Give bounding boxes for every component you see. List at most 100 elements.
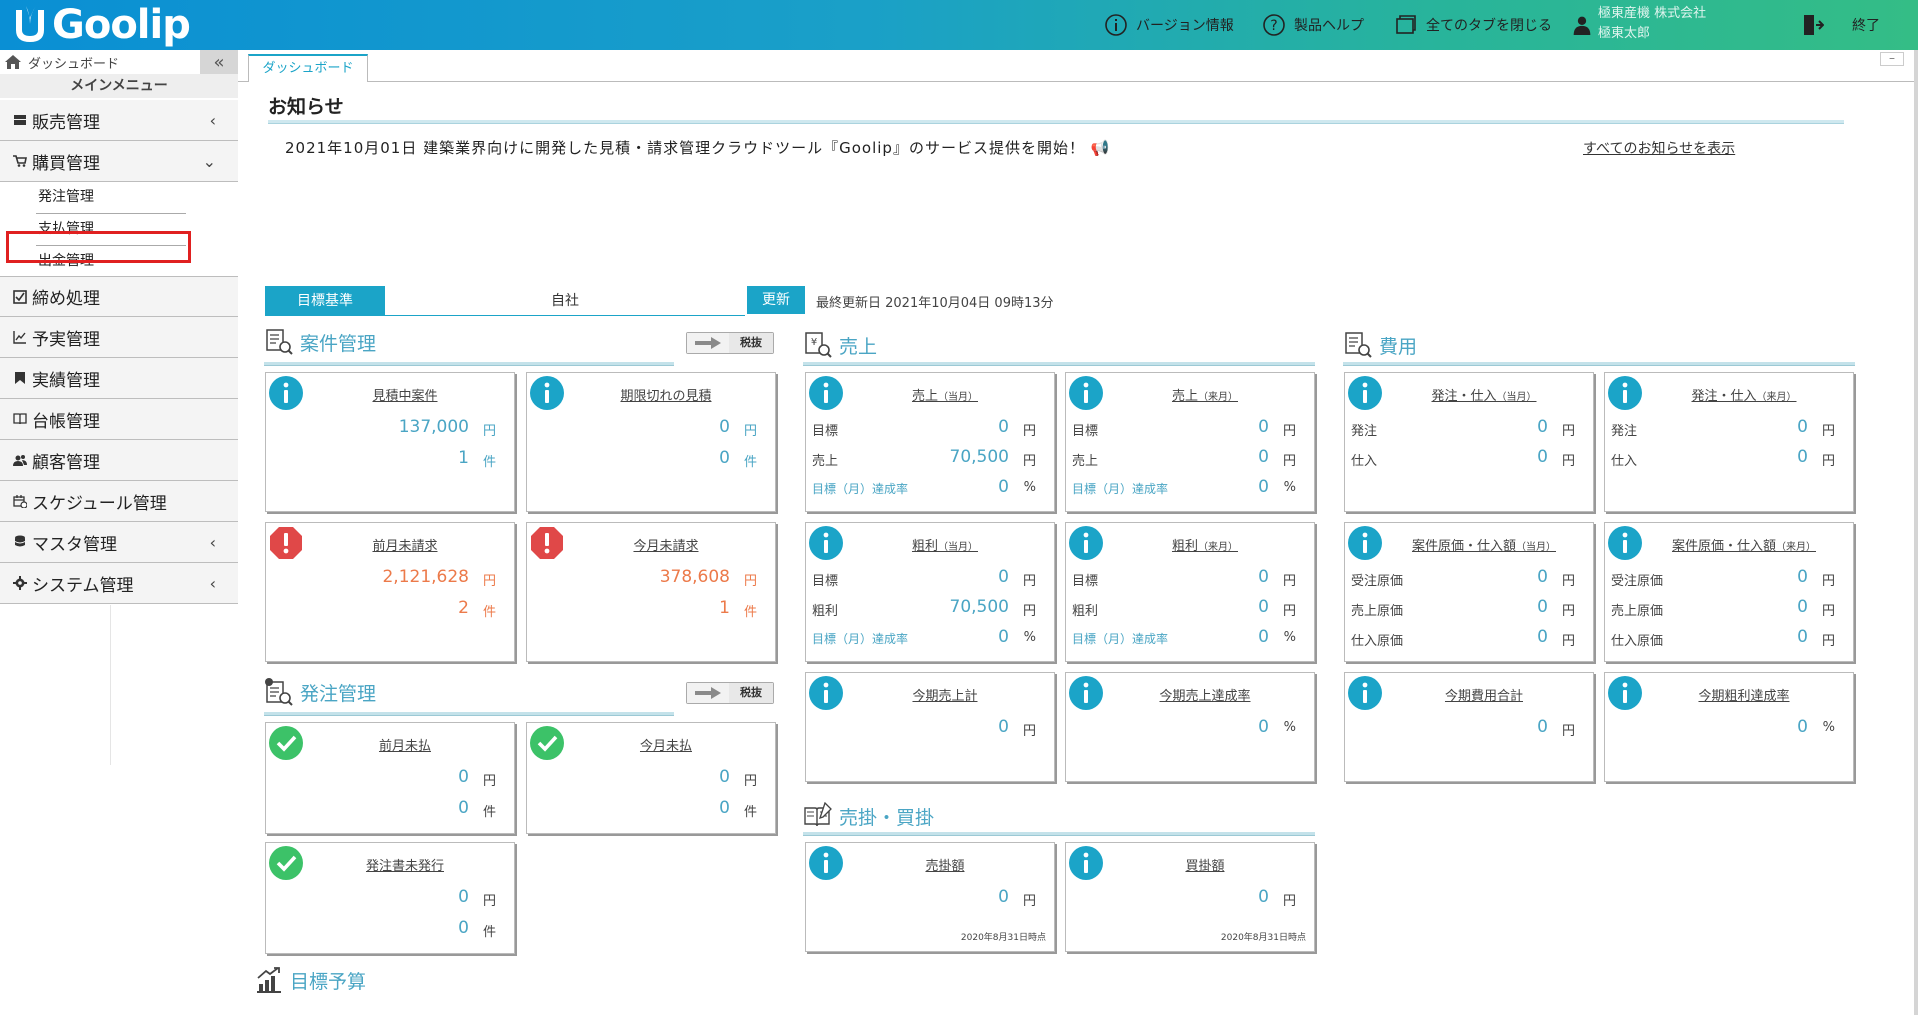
sidebar-item-sales[interactable]: 販売管理 ‹ xyxy=(0,100,238,141)
count-unit: 件 xyxy=(743,455,757,470)
card-title[interactable]: 見積中案件 xyxy=(306,385,504,404)
document-clock-icon xyxy=(265,678,293,706)
actual-row: 売上 70,500 円 xyxy=(806,447,1054,469)
yen-unit: 円 xyxy=(482,574,496,589)
yen-unit: 円 xyxy=(743,574,757,589)
amount-row: 0 円 xyxy=(527,417,775,439)
count-row: 0 件 xyxy=(527,798,775,820)
section-title-label: 発注管理 xyxy=(300,682,377,705)
card-title[interactable]: 前月未請求 xyxy=(306,535,504,554)
svg-text:¥: ¥ xyxy=(811,337,817,348)
card-title[interactable]: 案件原価・仕入額（来月） xyxy=(1645,535,1843,554)
sidebar-item-customer[interactable]: 顧客管理 xyxy=(0,440,238,481)
close-all-tabs-label: 全てのタブを閉じる xyxy=(1426,18,1552,34)
row-value: 70,500 xyxy=(949,447,1009,467)
sidebar-item-label: マスタ管理 xyxy=(32,534,117,555)
check-circle-icon xyxy=(530,726,564,760)
as-of-date: 2020年8月31日時点 xyxy=(1220,933,1306,943)
info-icon xyxy=(1348,526,1382,560)
row-label: 仕入原価 xyxy=(1611,634,1664,649)
product-help-link[interactable]: ? 製品ヘルプ xyxy=(1262,0,1364,50)
tab-dashboard[interactable]: ダッシュボード xyxy=(248,54,368,82)
refresh-button[interactable]: 更新 xyxy=(747,286,805,314)
amount-row: 0 円 xyxy=(266,887,514,909)
sidebar-subitem-order[interactable]: 発注管理 xyxy=(0,182,238,213)
sidebar-item-results[interactable]: 実績管理 xyxy=(0,358,238,399)
card-title-text: 売上 xyxy=(1171,389,1198,404)
divider xyxy=(803,362,1315,366)
row-value: 0 xyxy=(998,887,1009,907)
app-logo[interactable]: Goolip xyxy=(10,2,191,48)
info-icon xyxy=(1069,846,1103,880)
sales-cost-row: 売上原価 0 円 xyxy=(1345,597,1593,619)
exit-button[interactable]: 終了 xyxy=(1800,0,1880,50)
sidebar-item-master[interactable]: マスタ管理 ‹ xyxy=(0,522,238,563)
card-title[interactable]: 今期売上達成率 xyxy=(1106,685,1304,704)
sidebar-item-system[interactable]: システム管理 ‹ xyxy=(0,563,238,604)
rate-row: 目標（月）達成率 0 % xyxy=(806,477,1054,499)
card-term-gross-rate: 今期粗利達成率 0 % xyxy=(1604,672,1854,782)
tax-toggle-order[interactable]: 税抜 xyxy=(686,682,774,704)
card-title[interactable]: 売上（当月） xyxy=(846,385,1044,404)
sidebar-item-ledger[interactable]: 台帳管理 xyxy=(0,399,238,440)
warning-icon xyxy=(531,527,563,559)
card-title[interactable]: 期限切れの見積 xyxy=(567,385,765,404)
sales-cost-row: 売上原価 0 円 xyxy=(1605,597,1853,619)
row-label: 売上 xyxy=(812,454,839,469)
tax-toggle-label: 税抜 xyxy=(729,683,773,703)
card-title[interactable]: 売掛額 xyxy=(846,855,1044,874)
card-title[interactable]: 今期費用合計 xyxy=(1385,685,1583,704)
card-title[interactable]: 今月未払 xyxy=(567,735,765,754)
sidebar-item-budget[interactable]: 予実管理 xyxy=(0,317,238,358)
amount-value: 137,000 xyxy=(398,417,469,437)
row-label: 目標 xyxy=(1072,574,1099,589)
row-label: 粗利 xyxy=(812,604,839,619)
card-title-text: 売上 xyxy=(911,389,938,404)
arrow-right-icon xyxy=(687,333,729,353)
card-title[interactable]: 粗利（来月） xyxy=(1106,535,1304,554)
purchase-cost-row: 仕入原価 0 円 xyxy=(1605,627,1853,649)
purchase-row: 仕入 0 円 xyxy=(1345,447,1593,469)
help-circle-icon: ? xyxy=(1263,14,1285,36)
card-title[interactable]: 買掛額 xyxy=(1106,855,1304,874)
sidebar-item-purchase[interactable]: 購買管理 ⌄ xyxy=(0,141,238,182)
sidebar-collapse-button[interactable]: « xyxy=(200,50,238,74)
yen-unit: 円 xyxy=(482,774,496,789)
card-title[interactable]: 今期売上計 xyxy=(846,685,1044,704)
card-title[interactable]: 発注書未発行 xyxy=(306,855,504,874)
row-label: 仕入原価 xyxy=(1351,634,1404,649)
document-search-icon xyxy=(266,329,293,355)
card-title[interactable]: 案件原価・仕入額（当月） xyxy=(1385,535,1583,554)
gear-icon xyxy=(12,575,28,591)
sidebar-item-schedule[interactable]: スケジュール管理 xyxy=(0,481,238,522)
tax-toggle-project[interactable]: 税抜 xyxy=(686,332,774,354)
card-title[interactable]: 発注・仕入（当月） xyxy=(1385,385,1583,404)
card-title[interactable]: 今月未請求 xyxy=(567,535,765,554)
target-basis-value[interactable]: 自社 xyxy=(385,286,745,316)
minimize-button[interactable]: – xyxy=(1880,52,1904,66)
card-title[interactable]: 発注・仕入（来月） xyxy=(1645,385,1843,404)
amount-row: 137,000 円 xyxy=(266,417,514,439)
yen-unit: 円 xyxy=(1561,634,1575,649)
chevron-down-icon: ⌄ xyxy=(202,152,216,171)
card-title[interactable]: 今期粗利達成率 xyxy=(1645,685,1843,704)
card-title-text: 発注・仕入 xyxy=(1431,389,1497,404)
user-name: 極東太郎 xyxy=(1598,26,1651,41)
close-all-tabs-link[interactable]: 全てのタブを閉じる xyxy=(1394,0,1552,50)
yen-unit: 円 xyxy=(1282,604,1296,619)
sidebar-item-closing[interactable]: 締め処理 xyxy=(0,276,238,317)
card-title[interactable]: 粗利（当月） xyxy=(846,535,1044,554)
card-title[interactable]: 売上（来月） xyxy=(1106,385,1304,404)
section-title-label: 売掛・買掛 xyxy=(839,806,935,829)
card-title-period: （当月） xyxy=(1516,542,1556,553)
percent-unit: % xyxy=(1283,480,1296,495)
yen-unit: 円 xyxy=(743,774,757,789)
all-notices-link[interactable]: すべてのお知らせを表示 xyxy=(1583,138,1735,158)
target-basis-selector[interactable]: 目標基準 自社 xyxy=(265,286,745,316)
actual-row: 粗利 0 円 xyxy=(1066,597,1314,619)
sidebar-item-label: 販売管理 xyxy=(32,112,100,133)
row-value: 0 xyxy=(1258,447,1269,467)
amount-value: 0 xyxy=(458,887,469,907)
version-info-link[interactable]: バージョン情報 xyxy=(1104,0,1234,50)
card-title[interactable]: 前月未払 xyxy=(306,735,504,754)
